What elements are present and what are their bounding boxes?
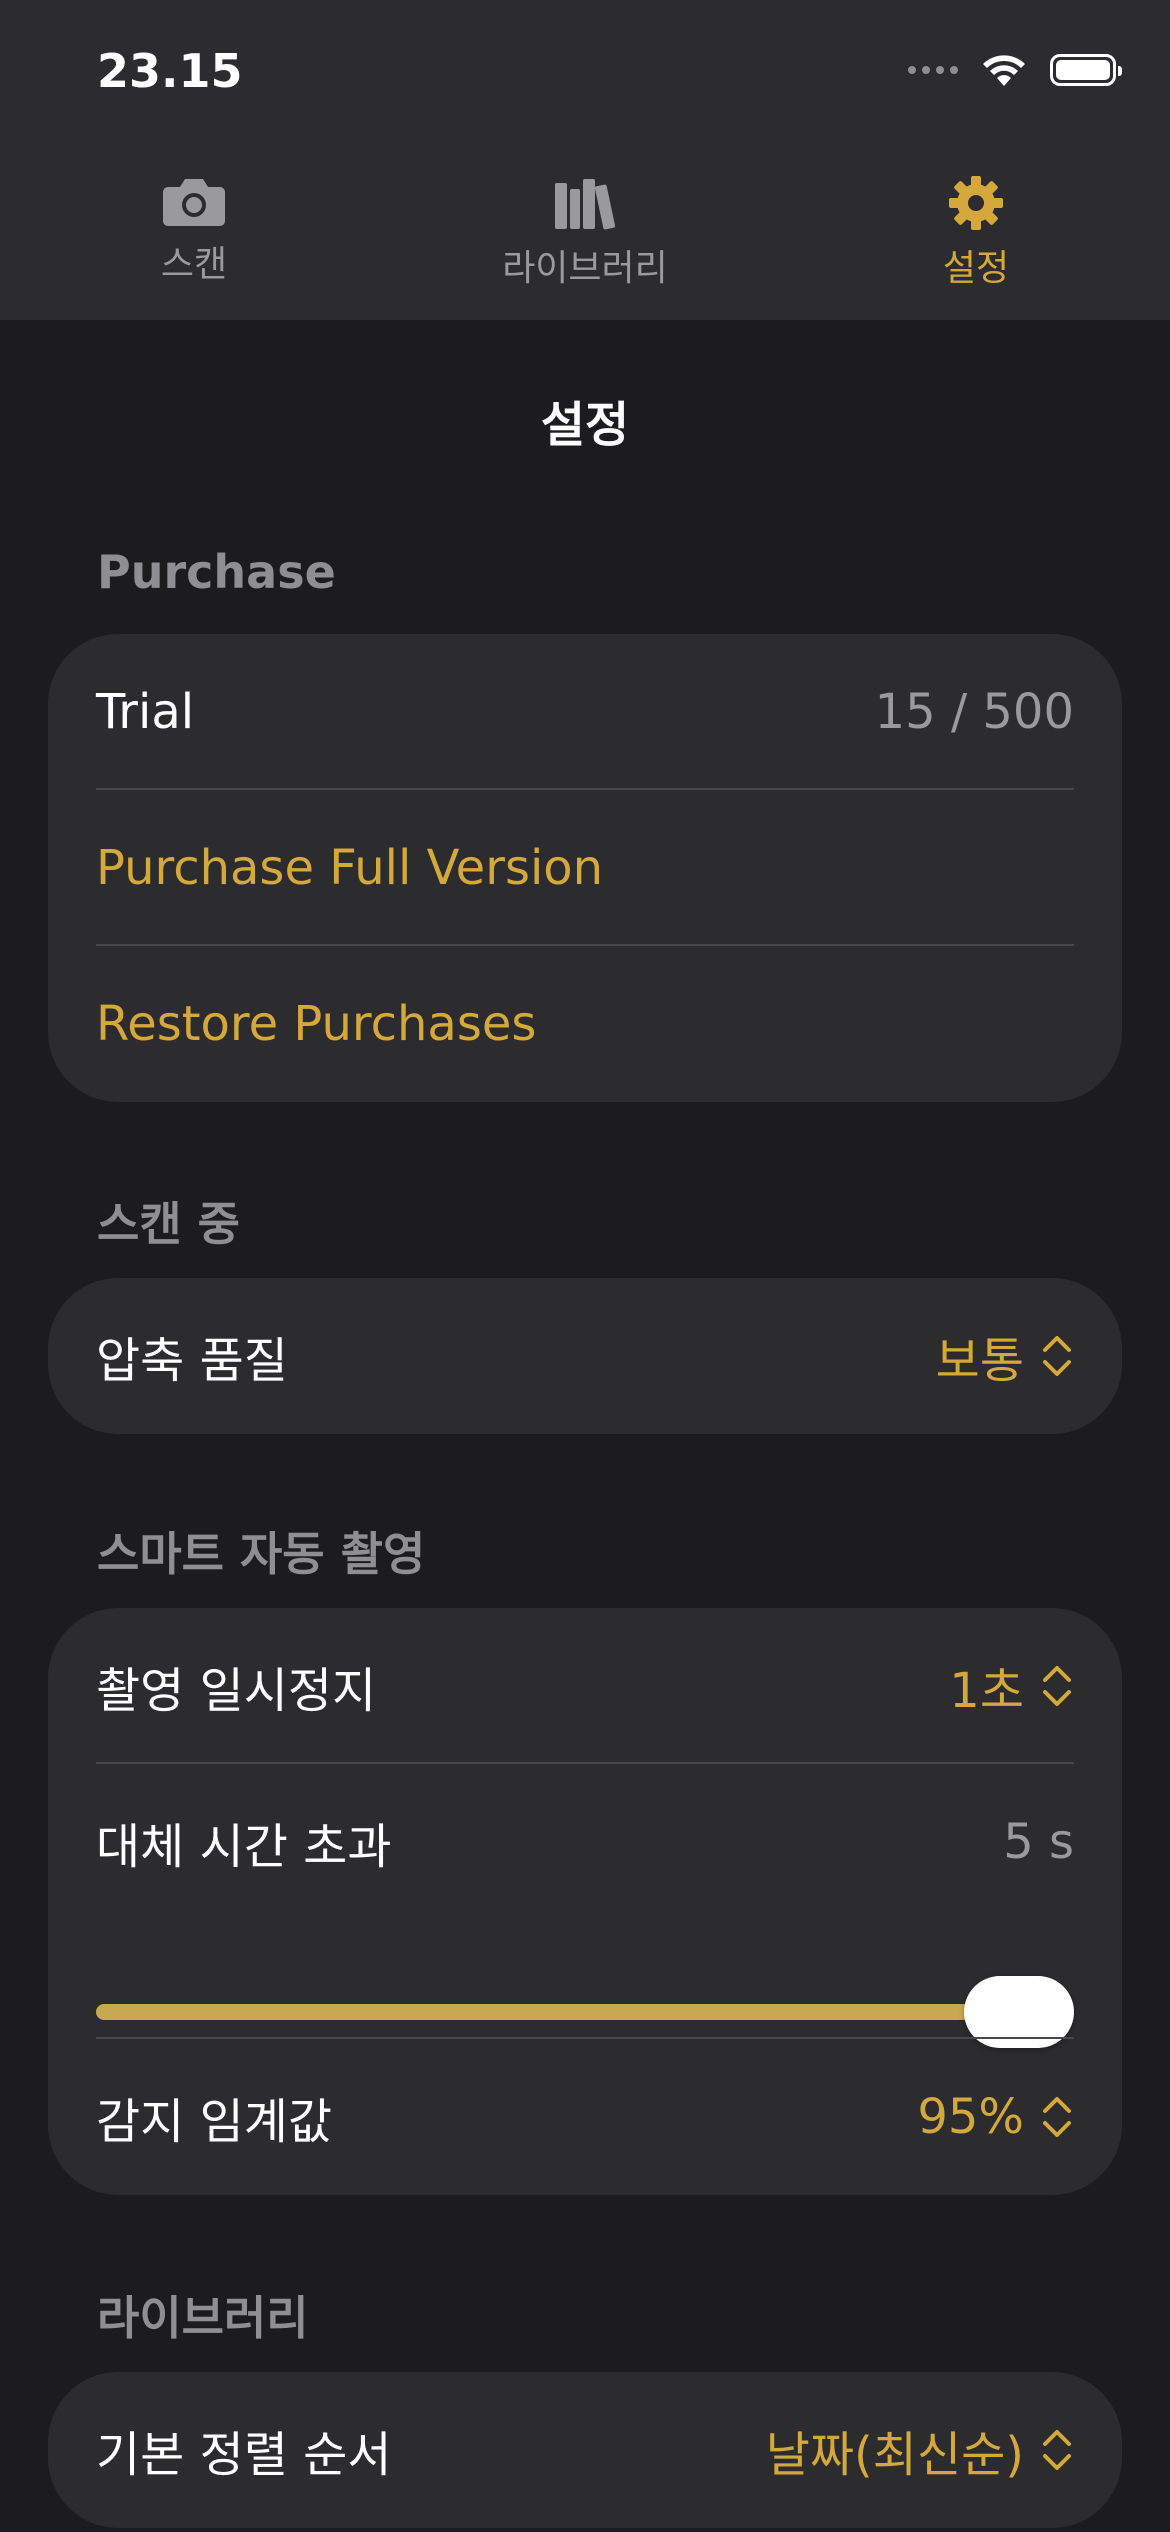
fallback-timeout-label: 대체 시간 초과 xyxy=(96,1819,392,1875)
scanning-card: 압축 품질 보통 xyxy=(48,1278,1122,1434)
detection-threshold-row[interactable]: 감지 임계값 95% xyxy=(48,2039,1122,2195)
chevron-up-down-icon xyxy=(1043,1336,1071,1376)
tab-settings[interactable]: 설정 xyxy=(826,175,1126,291)
trial-value: 15 / 500 xyxy=(874,684,1074,740)
capture-pause-value: 1초 xyxy=(949,1663,1024,1719)
purchase-full-version-button[interactable]: Purchase Full Version xyxy=(48,790,1122,946)
section-header-scanning: 스캔 중 xyxy=(97,1197,240,1251)
tab-library[interactable]: 라이브러리 xyxy=(435,175,735,291)
fallback-timeout-value: 5 s xyxy=(1003,1814,1074,1870)
trial-row: Trial 15 / 500 xyxy=(48,634,1122,790)
purchase-card: Trial 15 / 500 Purchase Full Version Res… xyxy=(48,634,1122,1102)
top-bar: 23.15 스캔 라이브러리 설정 xyxy=(0,0,1170,320)
detection-threshold-label: 감지 임계값 xyxy=(96,2094,333,2150)
chevron-up-down-icon xyxy=(1043,1666,1071,1706)
gear-icon xyxy=(949,176,1003,230)
fallback-timeout-slider-track[interactable] xyxy=(96,2004,1074,2020)
default-sort-order-label: 기본 정렬 순서 xyxy=(96,2427,392,2483)
section-header-smart-capture: 스마트 자동 촬영 xyxy=(97,1527,426,1581)
compression-quality-value: 보통 xyxy=(935,1333,1024,1389)
battery-icon xyxy=(1050,54,1122,86)
camera-icon xyxy=(163,179,225,226)
default-sort-order-value: 날짜(최신순) xyxy=(765,2427,1024,2483)
library-card: 기본 정렬 순서 날짜(최신순) xyxy=(48,2372,1122,2528)
chevron-up-down-icon xyxy=(1043,2430,1071,2470)
compression-quality-row[interactable]: 압축 품질 보통 xyxy=(48,1278,1122,1434)
restore-purchases-label: Restore Purchases xyxy=(96,996,537,1052)
default-sort-order-row[interactable]: 기본 정렬 순서 날짜(최신순) xyxy=(48,2372,1122,2528)
capture-pause-row[interactable]: 촬영 일시정지 1초 xyxy=(48,1608,1122,1764)
tab-scan-label: 스캔 xyxy=(160,244,228,285)
compression-quality-label: 압축 품질 xyxy=(96,1333,288,1389)
restore-purchases-button[interactable]: Restore Purchases xyxy=(48,946,1122,1102)
tab-scan[interactable]: 스캔 xyxy=(44,175,344,287)
default-sort-order-picker[interactable]: 날짜(최신순) xyxy=(766,2415,1074,2485)
tab-settings-label: 설정 xyxy=(942,248,1010,289)
purchase-full-version-label: Purchase Full Version xyxy=(96,840,604,896)
library-books-icon xyxy=(555,179,616,230)
tab-library-label: 라이브러리 xyxy=(502,248,668,289)
trial-label: Trial xyxy=(96,684,195,740)
section-header-purchase: Purchase xyxy=(97,545,336,599)
status-time: 23.15 xyxy=(97,44,243,98)
detection-threshold-value: 95% xyxy=(917,2089,1024,2145)
wifi-icon xyxy=(983,55,1025,86)
chevron-up-down-icon xyxy=(1043,2097,1071,2137)
smart-capture-card: 촬영 일시정지 1초 대체 시간 초과 5 s 감지 임계값 95% xyxy=(48,1608,1122,2195)
page-title: 설정 xyxy=(540,397,630,453)
detection-threshold-picker[interactable]: 95% xyxy=(917,2089,1074,2145)
fallback-timeout-row: 대체 시간 초과 5 s xyxy=(48,1764,1122,2048)
status-icons xyxy=(908,52,1122,88)
fallback-timeout-slider-thumb[interactable] xyxy=(964,1976,1074,2048)
cellular-signal-icon xyxy=(908,66,958,74)
compression-quality-picker[interactable]: 보통 xyxy=(936,1321,1074,1391)
section-header-library: 라이브러리 xyxy=(97,2291,309,2345)
capture-pause-label: 촬영 일시정지 xyxy=(96,1663,377,1719)
capture-pause-picker[interactable]: 1초 xyxy=(949,1651,1074,1721)
